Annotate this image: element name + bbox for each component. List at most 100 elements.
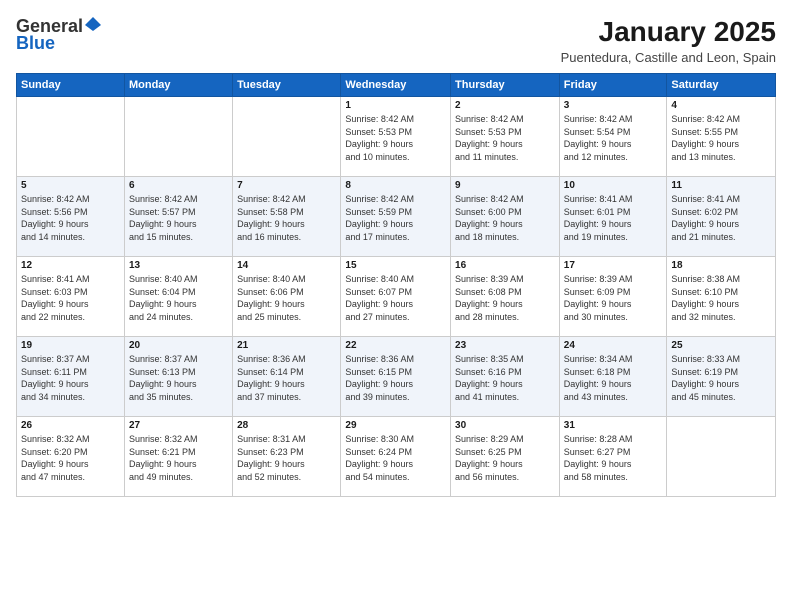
day-info: Sunrise: 8:42 AM Sunset: 5:58 PM Dayligh…	[237, 193, 336, 243]
weekday-header-row: Sunday Monday Tuesday Wednesday Thursday…	[17, 74, 776, 97]
day-number: 7	[237, 180, 336, 191]
day-info: Sunrise: 8:42 AM Sunset: 5:57 PM Dayligh…	[129, 193, 228, 243]
day-number: 27	[129, 420, 228, 431]
day-number: 6	[129, 180, 228, 191]
calendar-cell: 31 Sunrise: 8:28 AM Sunset: 6:27 PM Dayli…	[559, 417, 667, 497]
calendar-cell: 15 Sunrise: 8:40 AM Sunset: 6:07 PM Dayli…	[341, 257, 451, 337]
day-number: 31	[564, 420, 663, 431]
day-number: 18	[671, 260, 771, 271]
day-number: 13	[129, 260, 228, 271]
day-info: Sunrise: 8:39 AM Sunset: 6:09 PM Dayligh…	[564, 273, 663, 323]
calendar-cell: 20 Sunrise: 8:37 AM Sunset: 6:13 PM Dayli…	[124, 337, 232, 417]
day-info: Sunrise: 8:36 AM Sunset: 6:15 PM Dayligh…	[345, 353, 446, 403]
day-info: Sunrise: 8:31 AM Sunset: 6:23 PM Dayligh…	[237, 433, 336, 483]
day-info: Sunrise: 8:42 AM Sunset: 5:54 PM Dayligh…	[564, 113, 663, 163]
month-title: January 2025	[561, 16, 776, 48]
day-number: 2	[455, 100, 555, 111]
day-info: Sunrise: 8:42 AM Sunset: 6:00 PM Dayligh…	[455, 193, 555, 243]
calendar-cell: 25 Sunrise: 8:33 AM Sunset: 6:19 PM Dayli…	[667, 337, 776, 417]
day-info: Sunrise: 8:35 AM Sunset: 6:16 PM Dayligh…	[455, 353, 555, 403]
day-number: 30	[455, 420, 555, 431]
calendar-cell: 5 Sunrise: 8:42 AM Sunset: 5:56 PM Daylig…	[17, 177, 125, 257]
day-info: Sunrise: 8:41 AM Sunset: 6:01 PM Dayligh…	[564, 193, 663, 243]
header-sunday: Sunday	[17, 74, 125, 97]
day-info: Sunrise: 8:29 AM Sunset: 6:25 PM Dayligh…	[455, 433, 555, 483]
calendar-cell: 14 Sunrise: 8:40 AM Sunset: 6:06 PM Dayli…	[233, 257, 341, 337]
day-info: Sunrise: 8:32 AM Sunset: 6:21 PM Dayligh…	[129, 433, 228, 483]
calendar-cell	[667, 417, 776, 497]
calendar-cell: 23 Sunrise: 8:35 AM Sunset: 6:16 PM Dayli…	[451, 337, 560, 417]
day-number: 12	[21, 260, 120, 271]
day-number: 5	[21, 180, 120, 191]
calendar-cell: 19Sunrise: 8:37 AM Sunset: 6:11 PM Dayli…	[17, 337, 125, 417]
calendar-cell: 21Sunrise: 8:36 AM Sunset: 6:14 PM Dayli…	[233, 337, 341, 417]
calendar-cell: 1 Sunrise: 8:42 AM Sunset: 5:53 PM Daylig…	[341, 97, 451, 177]
day-info: Sunrise: 8:38 AM Sunset: 6:10 PM Dayligh…	[671, 273, 771, 323]
day-number: 1	[345, 100, 446, 111]
day-number: 24	[564, 340, 663, 351]
calendar-cell: 24 Sunrise: 8:34 AM Sunset: 6:18 PM Dayli…	[559, 337, 667, 417]
day-number: 8	[345, 180, 446, 191]
day-number: 20	[129, 340, 228, 351]
day-info: Sunrise: 8:32 AM Sunset: 6:20 PM Dayligh…	[21, 433, 120, 483]
header-monday: Monday	[124, 74, 232, 97]
calendar-cell: 18 Sunrise: 8:38 AM Sunset: 6:10 PM Dayli…	[667, 257, 776, 337]
day-info: Sunrise: 8:41 AM Sunset: 6:03 PM Dayligh…	[21, 273, 120, 323]
day-number: 9	[455, 180, 555, 191]
calendar-cell	[124, 97, 232, 177]
header: General Blue January 2025 Puentedura, Ca…	[16, 16, 776, 65]
day-number: 25	[671, 340, 771, 351]
calendar-cell: 4Sunrise: 8:42 AM Sunset: 5:55 PM Daylig…	[667, 97, 776, 177]
header-wednesday: Wednesday	[341, 74, 451, 97]
day-info: Sunrise: 8:41 AM Sunset: 6:02 PM Dayligh…	[671, 193, 771, 243]
day-info: Sunrise: 8:37 AM Sunset: 6:13 PM Dayligh…	[129, 353, 228, 403]
logo-blue: Blue	[16, 33, 55, 54]
day-number: 4	[671, 100, 771, 111]
day-number: 11	[671, 180, 771, 191]
calendar-cell	[17, 97, 125, 177]
calendar-cell: 30 Sunrise: 8:29 AM Sunset: 6:25 PM Dayli…	[451, 417, 560, 497]
calendar-cell: 11 Sunrise: 8:41 AM Sunset: 6:02 PM Dayli…	[667, 177, 776, 257]
day-info: Sunrise: 8:39 AM Sunset: 6:08 PM Dayligh…	[455, 273, 555, 323]
header-tuesday: Tuesday	[233, 74, 341, 97]
calendar-table: Sunday Monday Tuesday Wednesday Thursday…	[16, 73, 776, 497]
calendar-cell: 29Sunrise: 8:30 AM Sunset: 6:24 PM Dayli…	[341, 417, 451, 497]
day-number: 28	[237, 420, 336, 431]
day-number: 3	[564, 100, 663, 111]
day-info: Sunrise: 8:28 AM Sunset: 6:27 PM Dayligh…	[564, 433, 663, 483]
calendar-cell: 26 Sunrise: 8:32 AM Sunset: 6:20 PM Dayli…	[17, 417, 125, 497]
calendar-week-2: 12 Sunrise: 8:41 AM Sunset: 6:03 PM Dayli…	[17, 257, 776, 337]
day-info: Sunrise: 8:33 AM Sunset: 6:19 PM Dayligh…	[671, 353, 771, 403]
day-number: 19	[21, 340, 120, 351]
day-info: Sunrise: 8:40 AM Sunset: 6:07 PM Dayligh…	[345, 273, 446, 323]
header-thursday: Thursday	[451, 74, 560, 97]
calendar-cell: 10Sunrise: 8:41 AM Sunset: 6:01 PM Dayli…	[559, 177, 667, 257]
day-info: Sunrise: 8:40 AM Sunset: 6:06 PM Dayligh…	[237, 273, 336, 323]
calendar-cell: 28 Sunrise: 8:31 AM Sunset: 6:23 PM Dayli…	[233, 417, 341, 497]
day-info: Sunrise: 8:40 AM Sunset: 6:04 PM Dayligh…	[129, 273, 228, 323]
day-number: 15	[345, 260, 446, 271]
header-saturday: Saturday	[667, 74, 776, 97]
calendar-cell: 27 Sunrise: 8:32 AM Sunset: 6:21 PM Dayli…	[124, 417, 232, 497]
day-info: Sunrise: 8:42 AM Sunset: 5:53 PM Dayligh…	[455, 113, 555, 163]
day-number: 16	[455, 260, 555, 271]
day-info: Sunrise: 8:36 AM Sunset: 6:14 PM Dayligh…	[237, 353, 336, 403]
day-number: 29	[345, 420, 446, 431]
day-number: 17	[564, 260, 663, 271]
calendar-cell: 12 Sunrise: 8:41 AM Sunset: 6:03 PM Dayli…	[17, 257, 125, 337]
page: General Blue January 2025 Puentedura, Ca…	[0, 0, 792, 612]
day-info: Sunrise: 8:34 AM Sunset: 6:18 PM Dayligh…	[564, 353, 663, 403]
day-number: 23	[455, 340, 555, 351]
day-info: Sunrise: 8:42 AM Sunset: 5:59 PM Dayligh…	[345, 193, 446, 243]
calendar-cell: 13 Sunrise: 8:40 AM Sunset: 6:04 PM Dayli…	[124, 257, 232, 337]
calendar-cell: 7 Sunrise: 8:42 AM Sunset: 5:58 PM Daylig…	[233, 177, 341, 257]
logo-icon	[85, 17, 101, 33]
calendar-cell: 3 Sunrise: 8:42 AM Sunset: 5:54 PM Daylig…	[559, 97, 667, 177]
day-number: 26	[21, 420, 120, 431]
day-number: 22	[345, 340, 446, 351]
day-number: 14	[237, 260, 336, 271]
calendar-week-1: 5 Sunrise: 8:42 AM Sunset: 5:56 PM Daylig…	[17, 177, 776, 257]
day-info: Sunrise: 8:42 AM Sunset: 5:56 PM Dayligh…	[21, 193, 120, 243]
calendar-week-0: 1 Sunrise: 8:42 AM Sunset: 5:53 PM Daylig…	[17, 97, 776, 177]
day-info: Sunrise: 8:42 AM Sunset: 5:53 PM Dayligh…	[345, 113, 446, 163]
